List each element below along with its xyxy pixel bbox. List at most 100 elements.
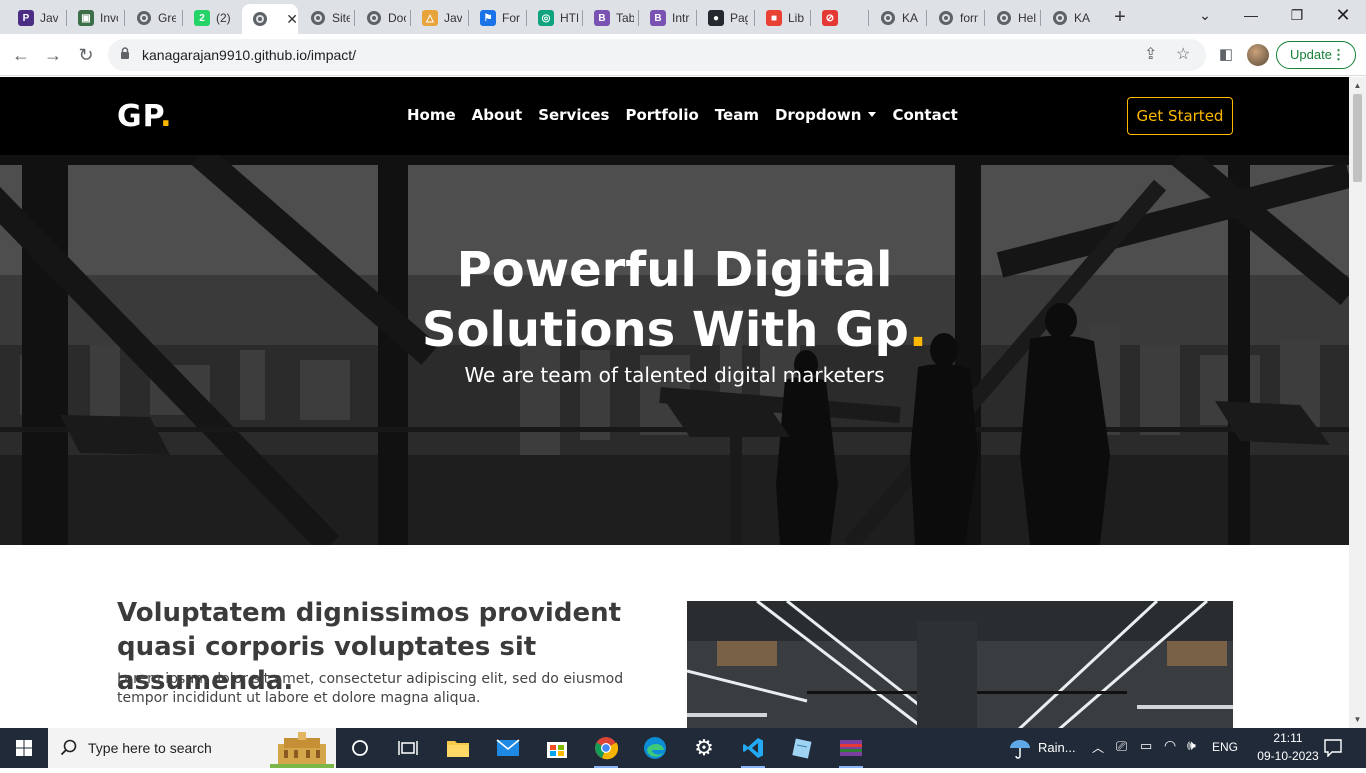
browser-tab[interactable]: B Tab [584,4,638,32]
browser-tab[interactable]: ⚑ For [470,4,524,32]
browser-tab[interactable]: ▣ Invoice [68,4,122,32]
lock-icon [121,47,129,59]
mail-button[interactable] [488,732,528,764]
logo-dot: . [160,99,173,134]
cortana-button[interactable] [340,732,380,764]
volume-icon[interactable]: 🕪 [1187,737,1196,754]
nav-contact[interactable]: Contact [892,106,957,124]
clock-date[interactable]: 09-10-2023 [1255,749,1321,763]
close-tab-icon[interactable]: ✕ [286,11,298,28]
nav-services[interactable]: Services [538,106,609,124]
hero-title-dot: . [908,302,928,358]
new-tab-button[interactable]: + [1108,5,1132,29]
browser-tab[interactable]: 2 (2) [184,4,238,32]
close-window-button[interactable]: ✕ [1320,0,1366,30]
globe-icon [1052,10,1068,26]
scroll-up-icon[interactable]: ▲ [1349,77,1366,94]
browser-tab-title: KA [902,11,919,25]
bookmark-star-icon[interactable]: ☆ [1176,44,1190,64]
browser-tab[interactable]: P Java [8,4,62,32]
tab-separator [868,10,869,26]
reload-button[interactable]: ↻ [73,42,99,68]
browser-tab[interactable]: ✕ [242,4,298,34]
address-bar[interactable]: kanagarajan9910.github.io/impact/ ⇪ ☆ [108,39,1206,71]
nav-dropdown[interactable]: Dropdown [775,106,877,124]
umbrella-rain-icon[interactable] [1008,737,1032,759]
nav-portfolio[interactable]: Portfolio [625,106,698,124]
browser-tab-title: Great [158,11,176,25]
tab-search-button[interactable]: ⌄ [1182,0,1228,30]
browser-tab-title: Doc [388,11,406,25]
vscode-button[interactable] [733,732,773,768]
browser-tab[interactable]: KA [1042,4,1096,32]
wifi-icon[interactable]: ◠ [1164,737,1176,754]
browser-tab[interactable]: △ Java [412,4,466,32]
restore-button[interactable]: ❐ [1274,0,1320,30]
browser-tab[interactable]: Doc [356,4,410,32]
profile-avatar[interactable] [1247,44,1269,66]
site-header: GP. Home About Services Portfolio Team D… [0,77,1349,155]
browser-tab[interactable]: ■ Lib [756,4,810,32]
winrar-button[interactable] [831,732,871,768]
notification-icon[interactable] [1324,739,1342,757]
nav-team[interactable]: Team [715,106,759,124]
store-button[interactable] [537,732,577,764]
nav-home[interactable]: Home [407,106,456,124]
file-explorer-button[interactable] [438,732,478,764]
tab-separator [182,10,183,26]
get-started-button[interactable]: Get Started [1127,97,1233,135]
notepad-button[interactable] [782,732,822,764]
favicon-icon: B [594,10,610,26]
edge-button[interactable] [635,732,675,764]
favicon-icon: ◎ [538,10,554,26]
language-indicator[interactable]: ENG [1212,740,1238,754]
hero-subtitle: We are team of talented digital marketer… [464,363,885,387]
browser-tab-title: Hel [1018,11,1036,25]
browser-tab[interactable]: ⊘ [812,4,866,32]
weather-text[interactable]: Rain... [1038,740,1076,755]
scrollbar-thumb[interactable] [1353,94,1362,182]
browser-tab-title: Pag [730,11,748,25]
chrome-button[interactable] [586,732,626,768]
browser-tab[interactable]: B Intro [640,4,694,32]
taskbar-search[interactable]: Type here to search [48,728,336,768]
globe-icon [136,10,152,26]
meet-now-icon[interactable]: ⎚ [1116,738,1127,755]
tab-separator [468,10,469,26]
tab-separator [410,10,411,26]
start-button[interactable] [0,728,48,768]
main-nav: Home About Services Portfolio Team Dropd… [407,106,958,124]
site-logo[interactable]: GP. [117,99,173,134]
side-panel-button[interactable]: ◧ [1213,42,1239,68]
browser-tab[interactable]: KA [870,4,924,32]
browser-toolbar: ← → ↻ kanagarajan9910.github.io/impact/ … [0,34,1366,76]
browser-tab[interactable]: form [928,4,982,32]
favicon-icon: ● [708,10,724,26]
task-view-button[interactable] [388,732,428,764]
clock-time[interactable]: 21:11 [1263,731,1313,745]
minimize-button[interactable]: — [1228,0,1274,30]
browser-tab[interactable]: ◎ HTML [528,4,582,32]
share-icon[interactable]: ⇪ [1144,44,1157,64]
tab-separator [926,10,927,26]
browser-tab[interactable]: Site [300,4,354,32]
arrow-left-icon: ← [12,45,30,65]
settings-button[interactable]: ⚙ [684,732,724,764]
vscode-icon [743,738,763,758]
page-viewport: GP. Home About Services Portfolio Team D… [0,77,1349,728]
browser-tab[interactable]: Great [126,4,180,32]
about-section: Voluptatem dignissimos provident quasi c… [0,545,1349,728]
scroll-down-icon[interactable]: ▼ [1349,711,1366,728]
page-scrollbar[interactable]: ▲ ▼ [1349,77,1366,728]
battery-icon[interactable]: ▭ [1140,738,1152,754]
nav-about[interactable]: About [472,106,523,124]
chevron-up-icon[interactable]: ︿ [1092,739,1104,756]
browser-tab-title: (2) [216,11,231,25]
browser-tab[interactable]: Hel [986,4,1040,32]
logo-text: GP [117,99,161,134]
favicon-icon: P [18,10,34,26]
update-button[interactable]: Update ⋮ [1276,41,1356,69]
browser-tab[interactable]: ● Pag [698,4,752,32]
back-button[interactable]: ← [8,42,34,68]
forward-button[interactable]: → [40,42,66,68]
